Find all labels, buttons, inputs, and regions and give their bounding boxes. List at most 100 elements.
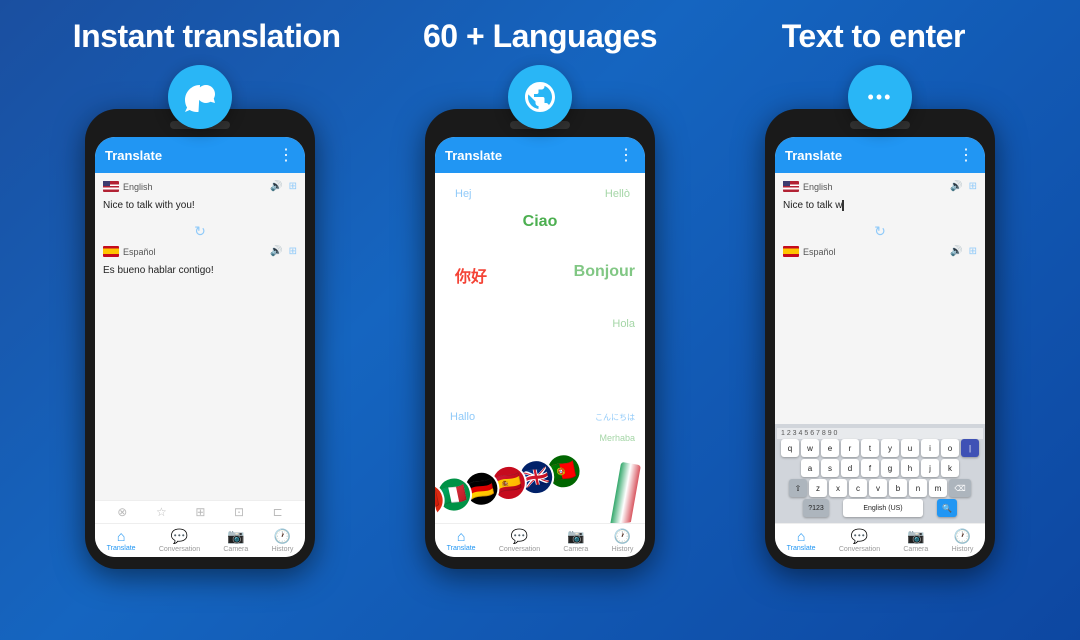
toolbar-icon-star[interactable]: ☆ [156, 505, 167, 519]
key-v[interactable]: v [869, 479, 887, 497]
phone-frame-3: Translate ⋮ English 🔊 ⊞ Nice to talk w [765, 109, 995, 569]
toolbar-icon-copy2[interactable]: ⊞ [195, 505, 205, 519]
lang-label-1: English [123, 182, 153, 192]
nav-history-1[interactable]: 🕐 History [272, 528, 294, 553]
key-m[interactable]: m [929, 479, 947, 497]
nav-translate-2[interactable]: ⌂ Translate [447, 528, 476, 553]
phone-panel-3: ••• Translate ⋮ English 🔊 ⊞ [710, 65, 1050, 569]
key-d[interactable]: d [841, 459, 859, 477]
app-bar-menu-3[interactable]: ⋮ [958, 145, 975, 165]
source-text-1: Nice to talk with you! [103, 200, 297, 211]
key-e[interactable]: e [821, 439, 839, 457]
key-spacer2 [925, 499, 935, 517]
phone-panel-1: Translate ⋮ English 🔊 ⊞ Nice to talk wit… [30, 65, 370, 569]
nav-camera-1[interactable]: 📷 Camera [223, 528, 248, 553]
key-j[interactable]: j [921, 459, 939, 477]
translated-text-1: Es bueno hablar contigo! [103, 265, 297, 276]
phone-frame-1: Translate ⋮ English 🔊 ⊞ Nice to talk wit… [85, 109, 315, 569]
key-o[interactable]: o [941, 439, 959, 457]
app-bar-title-2: Translate [445, 148, 502, 163]
key-n[interactable]: n [909, 479, 927, 497]
phone-screen-1: Translate ⋮ English 🔊 ⊞ Nice to talk wit… [95, 137, 305, 557]
flag-italy-vertical [609, 462, 641, 523]
nav-camera-3[interactable]: 📷 Camera [903, 528, 928, 553]
icons-right-3: 🔊 ⊞ [950, 181, 977, 192]
key-k[interactable]: k [941, 459, 959, 477]
nav-conversation-3[interactable]: 💬 Conversation [839, 528, 880, 553]
lang-globe-screen: Hej Hellò Ciao 你好 Bonjour Hola Hallo こんに… [435, 173, 645, 523]
nav-camera-2[interactable]: 📷 Camera [563, 528, 588, 553]
nav-history-2[interactable]: 🕐 History [612, 528, 634, 553]
key-x[interactable]: x [829, 479, 847, 497]
key-u[interactable]: u [901, 439, 919, 457]
key-shift[interactable]: ⇧ [789, 479, 807, 497]
key-cursor[interactable]: | [961, 439, 979, 457]
key-a[interactable]: a [801, 459, 819, 477]
key-c[interactable]: c [849, 479, 867, 497]
nav-translate-3[interactable]: ⌂ Translate [787, 528, 816, 553]
key-s[interactable]: s [821, 459, 839, 477]
toolbar-icon-cancel[interactable]: ⊗ [117, 505, 127, 519]
key-g[interactable]: g [881, 459, 899, 477]
divider-arrow-3: ↻ [783, 223, 977, 240]
key-f[interactable]: f [861, 459, 879, 477]
copy-icon-4[interactable]: ⊞ [969, 246, 977, 257]
word-ciao: Ciao [523, 213, 558, 231]
copy-icon-2[interactable]: ⊞ [289, 246, 297, 257]
copy-icon-3[interactable]: ⊞ [969, 181, 977, 192]
flag-es-3 [783, 246, 799, 257]
icons-right-4: 🔊 ⊞ [950, 246, 977, 257]
source-text-3: Nice to talk w [783, 200, 977, 211]
app-bar-2: Translate ⋮ [435, 137, 645, 173]
kb-row-4: ?123 English (US) 🔍 [777, 499, 983, 517]
kb-row-1: q w e r t y u i o | [777, 439, 983, 457]
bubble-icon-1 [168, 65, 232, 129]
key-r[interactable]: r [841, 439, 859, 457]
copy-icon-1[interactable]: ⊞ [289, 181, 297, 192]
header-col3: Text to enter [707, 18, 1040, 55]
toolbar-icon-share[interactable]: ⊏ [273, 505, 283, 519]
nav-label-conv-1: Conversation [159, 546, 200, 553]
key-search[interactable]: 🔍 [937, 499, 957, 517]
keyboard: 1 2 3 4 5 6 7 8 9 0 q w e r t y u i o | [775, 424, 985, 523]
key-q[interactable]: q [781, 439, 799, 457]
key-z[interactable]: z [809, 479, 827, 497]
toolbar-icon-camera[interactable]: ⊡ [234, 505, 244, 519]
lang-row-4: Español 🔊 ⊞ [783, 246, 977, 257]
volume-icon-3[interactable]: 🔊 [950, 181, 962, 192]
nav-history-3[interactable]: 🕐 History [952, 528, 974, 553]
lang-row-2: Español 🔊 ⊞ [103, 246, 297, 257]
key-spacer [831, 499, 841, 517]
key-delete[interactable]: ⌫ [949, 479, 971, 497]
key-h[interactable]: h [901, 459, 919, 477]
phone-screen-2: Translate ⋮ Hej Hellò Ciao 你好 Bonjour Ho… [435, 137, 645, 557]
nav-conversation-2[interactable]: 💬 Conversation [499, 528, 540, 553]
icons-right-2: 🔊 ⊞ [270, 246, 297, 257]
key-i[interactable]: i [921, 439, 939, 457]
app-bar-menu-2[interactable]: ⋮ [618, 145, 635, 165]
nav-translate-1[interactable]: ⌂ Translate [107, 528, 136, 553]
nav-conversation-1[interactable]: 💬 Conversation [159, 528, 200, 553]
key-num[interactable]: ?123 [803, 499, 829, 517]
key-y[interactable]: y [881, 439, 899, 457]
bottom-nav-2: ⌂ Translate 💬 Conversation 📷 Camera 🕐 Hi… [435, 523, 645, 557]
key-t[interactable]: t [861, 439, 879, 457]
divider-arrow-1: ↻ [103, 223, 297, 240]
bubble-icon-2 [508, 65, 572, 129]
key-space[interactable]: English (US) [843, 499, 923, 517]
header-col1: Instant translation [40, 18, 373, 55]
screen-content-1: English 🔊 ⊞ Nice to talk with you! ↻ Esp… [95, 173, 305, 500]
nav-label-cam-1: Camera [223, 546, 248, 553]
cursor [842, 200, 844, 211]
volume-icon-4[interactable]: 🔊 [950, 246, 962, 257]
key-b[interactable]: b [889, 479, 907, 497]
key-w[interactable]: w [801, 439, 819, 457]
app-bar-menu-1[interactable]: ⋮ [278, 145, 295, 165]
screen-content-3: English 🔊 ⊞ Nice to talk w ↻ Español [775, 173, 985, 424]
phone-screen-3: Translate ⋮ English 🔊 ⊞ Nice to talk w [775, 137, 985, 557]
volume-icon-2[interactable]: 🔊 [270, 246, 282, 257]
lang-row-1: English 🔊 ⊞ [103, 181, 297, 192]
phone-frame-2: Translate ⋮ Hej Hellò Ciao 你好 Bonjour Ho… [425, 109, 655, 569]
flag-us-3 [783, 181, 799, 192]
volume-icon-1[interactable]: 🔊 [270, 181, 282, 192]
